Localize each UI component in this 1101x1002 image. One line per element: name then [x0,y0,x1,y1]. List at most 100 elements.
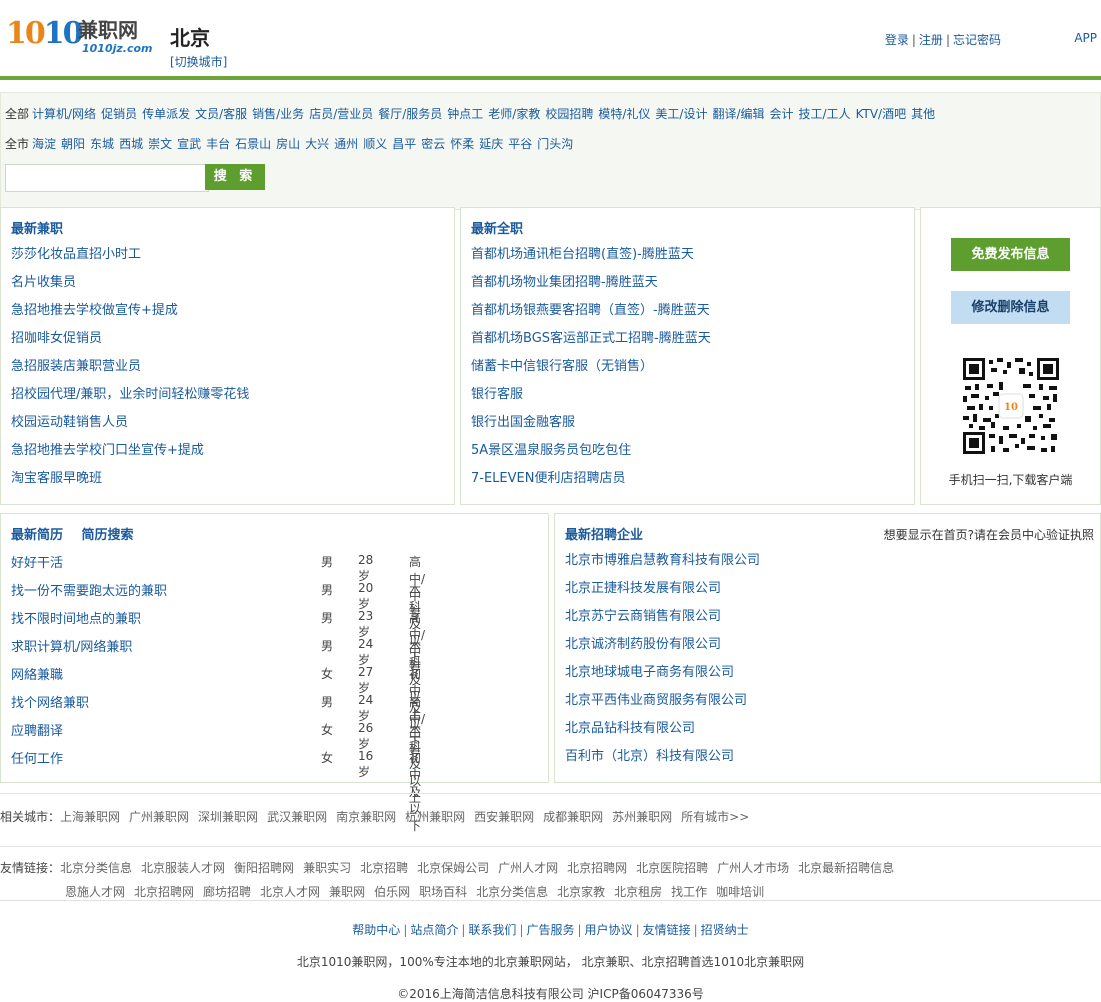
category-link[interactable]: 会计 [770,107,794,121]
parttime-job-link[interactable]: 急招地推去学校做宣传+提成 [11,303,178,318]
parttime-job-link[interactable]: 招咖啡女促销员 [11,331,102,346]
publish-info-button[interactable]: 免费发布信息 [951,238,1070,271]
district-link[interactable]: 大兴 [305,137,329,151]
district-link[interactable]: 怀柔 [450,137,474,151]
login-link[interactable]: 登录 [885,33,909,47]
enterprise-link[interactable]: 北京诚济制药股份有限公司 [565,637,721,652]
friend-link[interactable]: 北京分类信息 [60,861,132,875]
related-city-link[interactable]: 所有城市>> [681,810,749,824]
footer-link[interactable]: 广告服务 [526,923,574,937]
fulltime-job-link[interactable]: 5A景区温泉服务员包吃包住 [471,443,631,458]
category-all[interactable]: 全部 [5,107,29,121]
footer-link[interactable]: 站点简介 [410,923,458,937]
category-link[interactable]: 技工/工人 [799,107,851,121]
friend-link[interactable]: 廊坊招聘 [203,885,251,899]
resume-title-link[interactable]: 找个网络兼职 [11,692,89,711]
resume-title-link[interactable]: 网絡兼職 [11,664,63,683]
friend-link[interactable]: 恩施人才网 [65,885,125,899]
friend-link[interactable]: 职场百科 [419,885,467,899]
district-link[interactable]: 顺义 [363,137,387,151]
district-link[interactable]: 昌平 [392,137,416,151]
district-link[interactable]: 海淀 [32,137,56,151]
resume-title-link[interactable]: 好好干活 [11,552,63,571]
register-link[interactable]: 注册 [919,33,943,47]
fulltime-job-link[interactable]: 首都机场BGS客运部正式工招聘-腾胜蓝天 [471,331,711,346]
related-city-link[interactable]: 西安兼职网 [474,810,534,824]
resume-search-link[interactable]: 简历搜索 [82,528,134,543]
friend-link[interactable]: 北京招聘 [360,861,408,875]
related-city-link[interactable]: 杭州兼职网 [405,810,465,824]
friend-link[interactable]: 北京租房 [614,885,662,899]
friend-link[interactable]: 衡阳招聘网 [234,861,294,875]
friend-link[interactable]: 北京医院招聘 [636,861,708,875]
related-city-link[interactable]: 广州兼职网 [129,810,189,824]
app-link[interactable]: APP [1074,31,1097,45]
footer-link[interactable]: 联系我们 [468,923,516,937]
related-city-link[interactable]: 深圳兼职网 [198,810,258,824]
search-input[interactable] [5,164,209,192]
resume-title-link[interactable]: 应聘翻译 [11,720,63,739]
fulltime-job-link[interactable]: 首都机场物业集团招聘-腾胜蓝天 [471,275,658,290]
friend-link[interactable]: 兼职实习 [303,861,351,875]
resume-title-link[interactable]: 找不限时间地点的兼职 [11,608,141,627]
resume-title-link[interactable]: 找一份不需要跑太远的兼职 [11,580,167,599]
parttime-job-link[interactable]: 急招地推去学校门口坐宣传+提成 [11,443,204,458]
friend-link[interactable]: 咖啡培训 [716,885,764,899]
category-link[interactable]: 餐厅/服务员 [378,107,442,121]
district-link[interactable]: 西城 [119,137,143,151]
category-link[interactable]: 钟点工 [447,107,483,121]
category-link[interactable]: 店员/营业员 [309,107,373,121]
resume-title-link[interactable]: 求职计算机/网络兼职 [11,636,132,655]
enterprise-link[interactable]: 北京地球城电子商务有限公司 [565,665,734,680]
district-link[interactable]: 石景山 [235,137,271,151]
friend-link[interactable]: 广州人才网 [498,861,558,875]
category-link[interactable]: 老师/家教 [488,107,540,121]
category-link[interactable]: 校园招聘 [545,107,593,121]
friend-link[interactable]: 广州人才市场 [717,861,789,875]
parttime-job-link[interactable]: 名片收集员 [11,275,76,290]
related-city-link[interactable]: 武汉兼职网 [267,810,327,824]
category-link[interactable]: 传单派发 [142,107,190,121]
category-link[interactable]: 计算机/网络 [32,107,96,121]
category-link[interactable]: 文员/客服 [195,107,247,121]
related-city-link[interactable]: 南京兼职网 [336,810,396,824]
search-button[interactable]: 搜 索 [205,164,265,190]
friend-link[interactable]: 北京人才网 [260,885,320,899]
enterprise-link[interactable]: 北京市博雅启慧教育科技有限公司 [565,553,760,568]
friend-link[interactable]: 北京最新招聘信息 [798,861,894,875]
category-link[interactable]: 美工/设计 [655,107,707,121]
category-link[interactable]: 模特/礼仪 [598,107,650,121]
parttime-job-link[interactable]: 急招服装店兼职营业员 [11,359,141,374]
parttime-job-link[interactable]: 招校园代理/兼职，业余时间轻松赚零花钱 [11,387,249,402]
district-link[interactable]: 崇文 [148,137,172,151]
fulltime-job-link[interactable]: 储蓄卡中信银行客服（无销售） [471,359,653,374]
category-link[interactable]: 其他 [911,107,935,121]
friend-link[interactable]: 北京分类信息 [476,885,548,899]
friend-link[interactable]: 北京保姆公司 [417,861,489,875]
related-city-link[interactable]: 苏州兼职网 [612,810,672,824]
district-link[interactable]: 房山 [276,137,300,151]
friend-link[interactable]: 兼职网 [329,885,365,899]
category-link[interactable]: 翻译/编辑 [712,107,764,121]
footer-link[interactable]: 用户协议 [585,923,633,937]
fulltime-job-link[interactable]: 首都机场银燕要客招聘（直签）-腾胜蓝天 [471,303,710,318]
site-logo[interactable]: 1010 兼职网 1010jz.com [6,14,156,60]
enterprise-link[interactable]: 北京苏宁云商销售有限公司 [565,609,721,624]
friend-link[interactable]: 北京服装人才网 [141,861,225,875]
friend-link[interactable]: 北京家教 [557,885,605,899]
friend-link[interactable]: 北京招聘网 [134,885,194,899]
enterprise-link[interactable]: 百利市（北京）科技有限公司 [565,749,734,764]
footer-link[interactable]: 招贤纳士 [701,923,749,937]
district-link[interactable]: 朝阳 [61,137,85,151]
switch-city-link[interactable]: [切换城市] [170,53,227,70]
forgot-password-link[interactable]: 忘记密码 [953,33,1001,47]
friend-link[interactable]: 找工作 [671,885,707,899]
parttime-job-link[interactable]: 莎莎化妆品直招小时工 [11,247,141,262]
friend-link[interactable]: 伯乐网 [374,885,410,899]
category-link[interactable]: 销售/业务 [252,107,304,121]
parttime-job-link[interactable]: 校园运动鞋销售人员 [11,415,128,430]
related-city-link[interactable]: 上海兼职网 [60,810,120,824]
edit-info-button[interactable]: 修改删除信息 [951,291,1070,324]
fulltime-job-link[interactable]: 首都机场通讯柜台招聘(直签)-腾胜蓝天 [471,247,694,262]
resume-title-link[interactable]: 任何工作 [11,748,63,767]
